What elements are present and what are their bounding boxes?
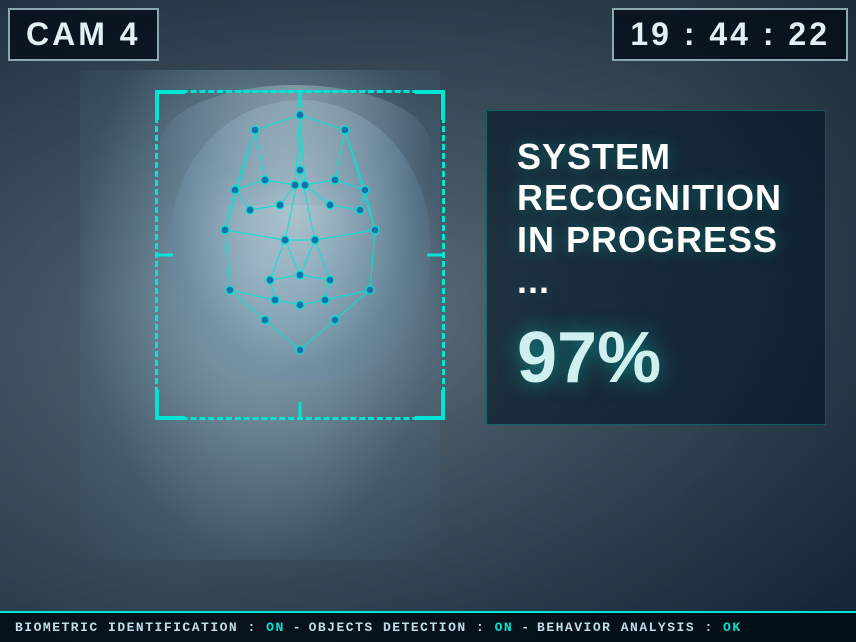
camera-label: CAM 4	[8, 8, 159, 61]
separator-1: -	[293, 620, 301, 635]
behavior-value: OK	[723, 620, 742, 635]
info-panel: SYSTEM RECOGNITION IN PROGRESS ... 97%	[486, 110, 826, 425]
recognition-status-text: SYSTEM RECOGNITION IN PROGRESS ...	[517, 136, 795, 302]
objects-label: OBJECTS DETECTION	[309, 620, 467, 635]
biometric-label: BIOMETRIC IDENTIFICATION	[15, 620, 238, 635]
biometric-separator: :	[238, 620, 266, 635]
corner-br	[415, 390, 445, 420]
tick-bottom	[299, 402, 302, 420]
tick-right	[427, 254, 445, 257]
tick-top	[299, 90, 302, 108]
scan-line	[155, 90, 445, 92]
progress-percentage: 97%	[517, 322, 795, 394]
separator-2: -	[521, 620, 529, 635]
behavior-separator: :	[695, 620, 723, 635]
tick-left	[155, 254, 173, 257]
biometric-value: ON	[266, 620, 285, 635]
main-container: SYSTEM RECOGNITION IN PROGRESS ... 97% C…	[0, 0, 856, 642]
face-recognition-box	[155, 90, 445, 420]
corner-bl	[155, 390, 185, 420]
objects-value: ON	[495, 620, 514, 635]
timestamp: 19 : 44 : 22	[612, 8, 848, 61]
status-bar: BIOMETRIC IDENTIFICATION : ON - OBJECTS …	[0, 611, 856, 642]
behavior-label: BEHAVIOR ANALYSIS	[537, 620, 695, 635]
corner-tr	[415, 90, 445, 120]
objects-separator: :	[467, 620, 495, 635]
corner-tl	[155, 90, 185, 120]
